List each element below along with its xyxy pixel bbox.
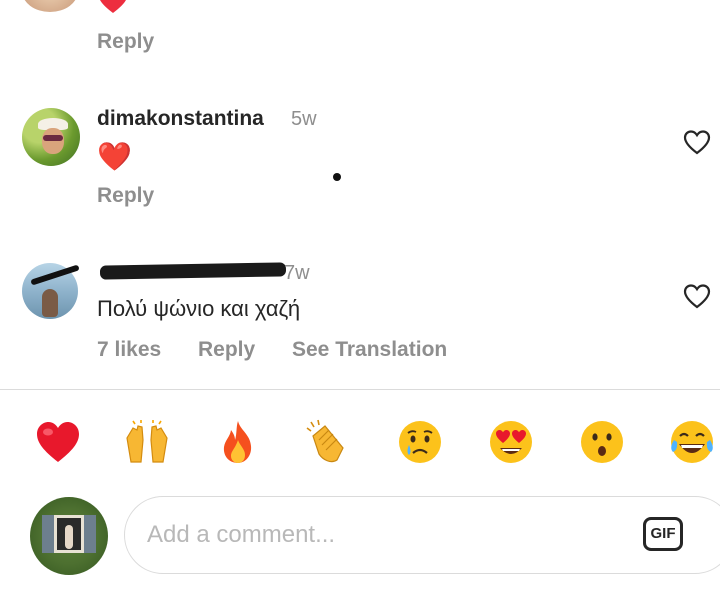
crying-face-icon[interactable]	[396, 418, 444, 466]
heart-reaction-icon[interactable]	[34, 418, 82, 466]
comment-input[interactable]	[147, 515, 607, 555]
avatar-figure	[42, 289, 58, 317]
fire-icon[interactable]	[214, 418, 262, 466]
current-user-avatar[interactable]	[30, 497, 108, 575]
reply-button[interactable]: Reply	[97, 30, 154, 54]
heart-emoji-icon	[100, 0, 126, 13]
comment-text: ❤️	[97, 140, 132, 173]
likes-count[interactable]: 7 likes	[97, 338, 161, 362]
redacted-username	[99, 262, 287, 280]
stray-dot	[333, 173, 341, 181]
raised-hands-icon[interactable]	[123, 418, 171, 466]
reply-button[interactable]: Reply	[97, 184, 154, 208]
avatar-shutter-left	[42, 515, 54, 553]
avatar-figure	[65, 525, 73, 549]
commenter-avatar[interactable]	[22, 0, 78, 12]
divider	[0, 389, 720, 390]
gif-button[interactable]: GIF	[643, 517, 683, 551]
like-heart-icon[interactable]	[682, 282, 712, 310]
avatar-shutter-right	[84, 515, 96, 553]
heart-eyes-icon[interactable]	[487, 418, 535, 466]
comment-text: Πολύ ψώνιο και χαζή	[97, 296, 301, 321]
avatar-face	[42, 128, 64, 154]
comment-time: 7w	[284, 262, 310, 284]
avatar-sunglasses	[43, 135, 63, 141]
reply-button[interactable]: Reply	[198, 338, 255, 362]
see-translation-button[interactable]: See Translation	[292, 338, 447, 362]
comment-time: 5w	[291, 108, 317, 130]
avatar[interactable]	[22, 108, 80, 166]
comment-composer[interactable]: GIF	[124, 496, 720, 574]
tears-of-joy-icon[interactable]	[668, 418, 716, 466]
comment-username[interactable]: dimakonstantina	[97, 107, 264, 131]
clapping-hands-icon[interactable]	[303, 418, 351, 466]
surprised-face-icon[interactable]	[578, 418, 626, 466]
like-heart-icon[interactable]	[682, 128, 712, 156]
